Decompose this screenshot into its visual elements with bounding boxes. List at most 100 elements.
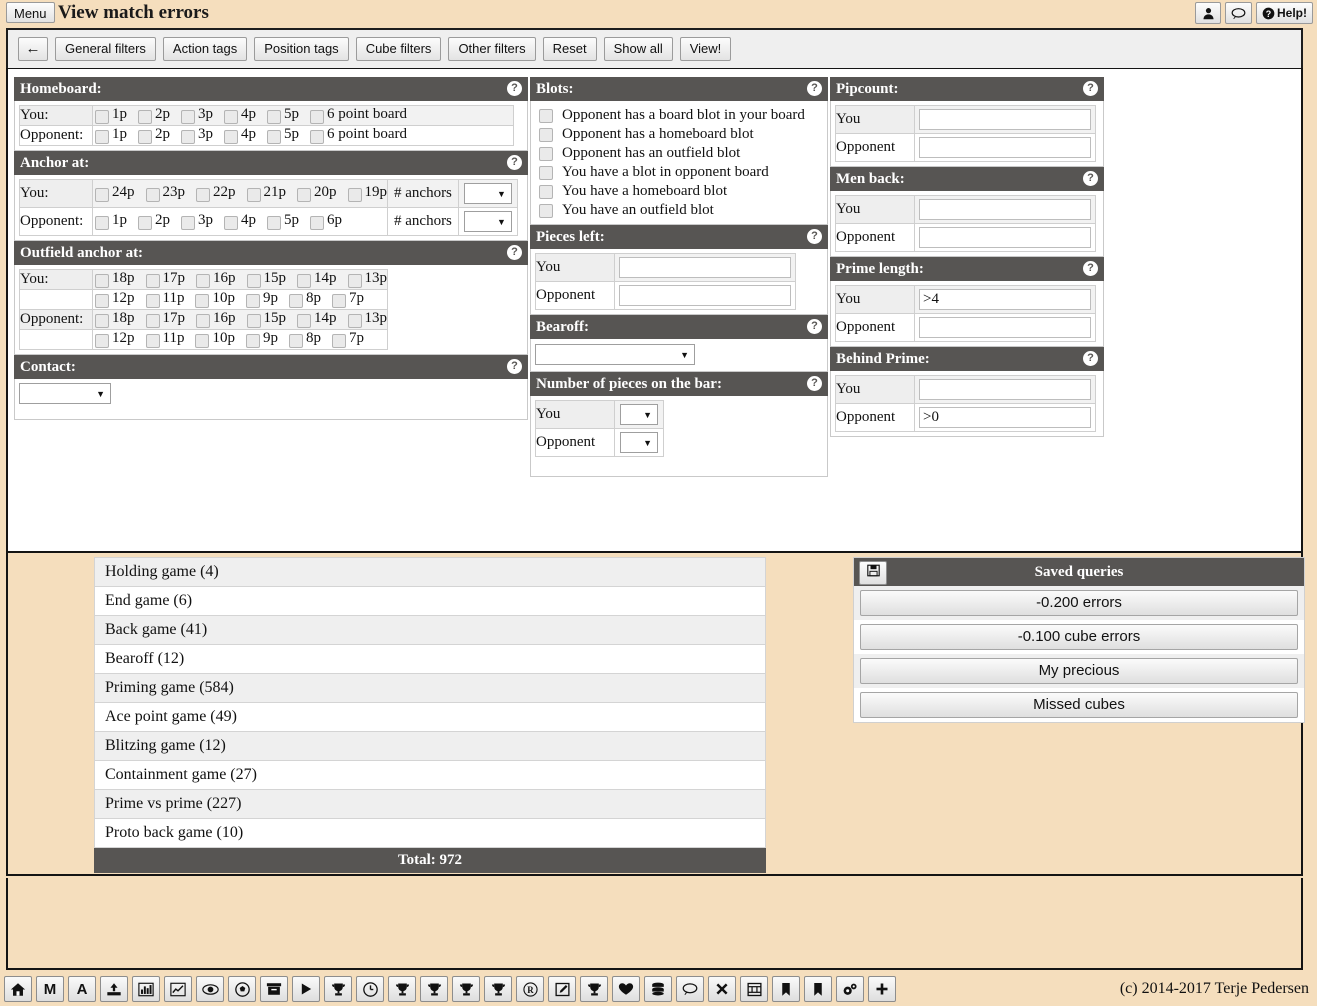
help-icon-contact[interactable]: ? [507,359,522,374]
checkbox-opp-3p[interactable]: 3p [179,126,213,144]
bearoff-select[interactable]: ▼ [535,344,695,365]
trophy-button-4[interactable] [452,976,480,1002]
matches-button[interactable]: M [36,976,64,1002]
pieces-on-bar-you-select[interactable]: ▼ [620,404,658,425]
position-tags-button[interactable]: Position tags [254,37,349,61]
trophy-button-1[interactable] [324,976,352,1002]
help-button[interactable]: ? Help! [1256,2,1313,24]
checkbox-5p[interactable]: 5p [265,106,299,124]
saved-query-button-1[interactable]: -0.100 cube errors [860,624,1298,650]
checkbox-14p[interactable]: 14p [295,270,337,288]
checkbox-23p[interactable]: 23p [144,184,185,202]
help-icon-pipcount[interactable]: ? [1083,81,1098,96]
pieces-left-you-input[interactable] [619,257,791,278]
checkbox-opp-13p[interactable]: 13p [346,310,387,328]
list-item[interactable]: Ace point game (49) [94,703,766,732]
checkbox-opp-1p[interactable]: 1p [93,212,127,230]
behind-prime-opponent-input[interactable] [919,407,1091,428]
help-icon-pieces-left[interactable]: ? [807,229,822,244]
checkbox-11p[interactable]: 11p [144,290,184,308]
analysis-button[interactable]: A [68,976,96,1002]
saved-query-button-0[interactable]: -0.200 errors [860,590,1298,616]
edit-button[interactable] [548,976,576,1002]
list-item[interactable]: Back game (41) [94,616,766,645]
checkbox-10p[interactable]: 10p [193,290,235,308]
help-icon-outfield-anchor[interactable]: ? [507,245,522,260]
clock-button[interactable] [356,976,384,1002]
add-button[interactable] [868,976,896,1002]
checkbox-3p[interactable]: 3p [179,106,213,124]
menu-button[interactable]: Menu [6,2,55,23]
view-button[interactable] [196,976,224,1002]
general-filters-button[interactable]: General filters [55,37,156,61]
list-item[interactable]: Blitzing game (12) [94,732,766,761]
list-item[interactable]: Proto back game (10) [94,819,766,848]
saved-query-button-3[interactable]: Missed cubes [860,692,1298,718]
line-chart-button[interactable] [164,976,192,1002]
checkbox-you-homeboard-blot[interactable]: You have a homeboard blot [531,182,827,201]
database-button[interactable] [644,976,672,1002]
pipcount-you-input[interactable] [919,109,1091,130]
checkbox-1p[interactable]: 1p [93,106,127,124]
checkbox-12p[interactable]: 12p [93,290,135,308]
checkbox-7p[interactable]: 7p [330,290,364,308]
checkbox-22p[interactable]: 22p [194,184,236,202]
checkbox-15p[interactable]: 15p [245,270,286,288]
view-button[interactable]: View! [679,37,732,61]
list-item[interactable]: Prime vs prime (227) [94,790,766,819]
checkbox-18p[interactable]: 18p [93,270,135,288]
trophy-button-6[interactable] [580,976,608,1002]
checkbox-16p[interactable]: 16p [194,270,236,288]
checkbox-opp-6p[interactable]: 6p [308,212,342,230]
registered-button[interactable]: R [516,976,544,1002]
checkbox-opp-1p[interactable]: 1p [93,126,127,144]
men-back-opponent-input[interactable] [919,227,1091,248]
contact-select[interactable]: ▼ [19,383,111,404]
checkbox-you-blot-in-opponent-board[interactable]: You have a blot in opponent board [531,163,827,182]
you-anchors-select[interactable]: ▼ [463,183,512,204]
list-item[interactable]: Priming game (584) [94,674,766,703]
save-query-button[interactable] [859,561,887,585]
checkbox-17p[interactable]: 17p [144,270,185,288]
checkbox-opp-9p[interactable]: 9p [244,330,278,348]
saved-query-button-2[interactable]: My precious [860,658,1298,684]
archive-button[interactable] [260,976,288,1002]
checkbox-opp-15p[interactable]: 15p [245,310,286,328]
checkbox-13p[interactable]: 13p [346,270,387,288]
bookmark-button-1[interactable] [772,976,800,1002]
comments-button[interactable] [676,976,704,1002]
trophy-button-5[interactable] [484,976,512,1002]
help-icon-prime-length[interactable]: ? [1083,261,1098,276]
show-all-button[interactable]: Show all [603,37,673,61]
settings-button[interactable] [836,976,864,1002]
checkbox-opp-16p[interactable]: 16p [194,310,236,328]
checkbox-opponent-outfield-blot[interactable]: Opponent has an outfield blot [531,144,827,163]
bar-chart-button[interactable] [132,976,160,1002]
checkbox-opp-5p[interactable]: 5p [265,212,299,230]
cube-filters-button[interactable]: Cube filters [355,37,442,61]
checkbox-opp-4p[interactable]: 4p [222,212,256,230]
back-button[interactable]: ← [18,37,48,61]
checkbox-2p[interactable]: 2p [136,106,170,124]
checkbox-opp-7p[interactable]: 7p [330,330,364,348]
checkbox-opp-14p[interactable]: 14p [295,310,337,328]
opponent-anchors-select[interactable]: ▼ [463,211,512,232]
help-icon-homeboard[interactable]: ? [507,81,522,96]
checkbox-opponent-homeboard-blot[interactable]: Opponent has a homeboard blot [531,125,827,144]
trophy-button-2[interactable] [388,976,416,1002]
checkbox-24p[interactable]: 24p [93,184,135,202]
list-item[interactable]: Holding game (4) [94,557,766,587]
trophy-button-3[interactable] [420,976,448,1002]
help-icon-anchor-at[interactable]: ? [507,155,522,170]
pieces-on-bar-opponent-select[interactable]: ▼ [620,432,658,453]
list-item[interactable]: Bearoff (12) [94,645,766,674]
help-icon-blots[interactable]: ? [807,81,822,96]
checkbox-opp-17p[interactable]: 17p [144,310,185,328]
checkbox-opp-12p[interactable]: 12p [93,330,135,348]
checkbox-opp-10p[interactable]: 10p [193,330,235,348]
behind-prime-you-input[interactable] [919,379,1091,400]
user-button[interactable] [1195,2,1221,24]
checkbox-opponent-board-blot-in-your-board[interactable]: Opponent has a board blot in your board [531,106,827,125]
list-item[interactable]: Containment game (27) [94,761,766,790]
checkbox-opp-2p[interactable]: 2p [136,212,170,230]
